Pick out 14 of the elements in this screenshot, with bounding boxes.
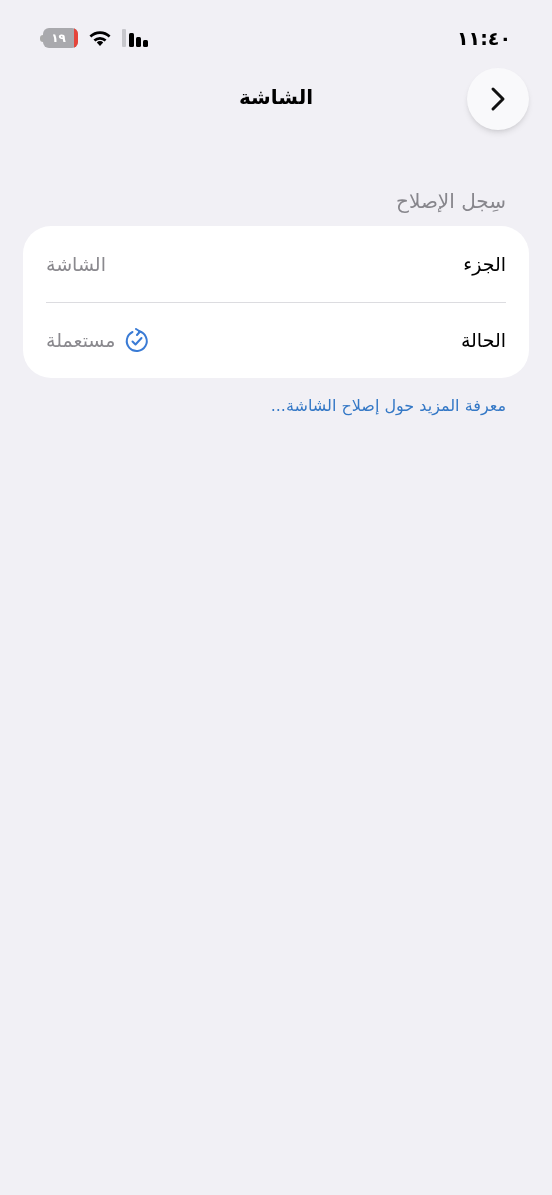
- section-header: سِجل الإصلاح: [396, 189, 506, 213]
- signal-icon: [122, 29, 150, 47]
- page-title: الشاشة: [239, 84, 313, 111]
- refresh-check-icon: [123, 327, 150, 354]
- row-label: الجزء: [463, 251, 506, 278]
- row-label: الحالة: [460, 328, 506, 354]
- wifi-icon: [88, 29, 112, 47]
- battery-icon: ١٩: [40, 28, 78, 48]
- status-time: ١١:٤٠: [457, 25, 511, 51]
- chevron-icon: [490, 86, 506, 112]
- row-value: مستعملة: [46, 328, 116, 354]
- learn-more-link[interactable]: معرفة المزيد حول إصلاح الشاشة...: [270, 396, 506, 415]
- back-button[interactable]: [467, 68, 529, 130]
- row-value: الشاشة: [46, 251, 106, 277]
